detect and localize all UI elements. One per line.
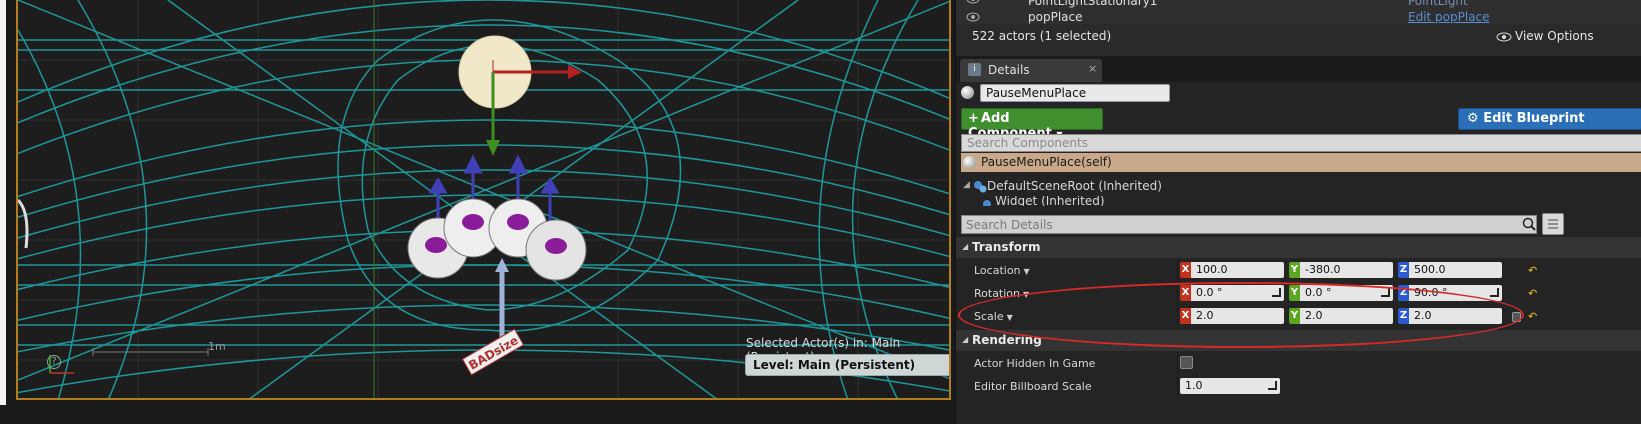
tab-details[interactable]: i Details × <box>960 59 1102 82</box>
reset-to-default-icon[interactable]: ↶ <box>1528 264 1537 277</box>
actor-hidden-row: Actor Hidden In Game <box>956 352 1641 374</box>
current-level-label: Level: Main (Persistent) <box>745 354 949 376</box>
column-divider[interactable] <box>1177 305 1178 327</box>
outliner-row[interactable]: PointLightStationary1 PointLight <box>956 0 1641 8</box>
outliner-row-type: PointLight <box>1408 0 1468 8</box>
component-self-label: PauseMenuPlace(self) <box>981 155 1112 169</box>
location-y-field[interactable]: Y -380.0 <box>1289 262 1393 278</box>
column-divider[interactable] <box>1177 352 1178 374</box>
actor-sphere-icon <box>963 156 976 169</box>
collapse-triangle-icon: ◢ <box>962 242 969 251</box>
add-component-button[interactable]: +Add Component ▼ <box>961 108 1103 141</box>
property-matrix-button[interactable] <box>1542 213 1564 235</box>
world-outliner-list[interactable]: PointLightStationary1 PointLight popPlac… <box>956 0 1641 24</box>
component-self-row[interactable]: PauseMenuPlace(self) <box>961 153 1641 172</box>
visibility-eye-icon[interactable] <box>966 12 980 22</box>
grid-list-icon <box>1548 219 1558 229</box>
scale-ruler-label: 1m <box>208 340 226 353</box>
eye-icon <box>1496 32 1512 41</box>
scale-z-field[interactable]: Z 2.0 <box>1398 308 1502 324</box>
details-panel: PauseMenuPlace +Add Component ▼ ⚙ Edit B… <box>956 82 1641 424</box>
scale-y-field[interactable]: Y 2.0 <box>1289 308 1393 324</box>
tree-expand-icon[interactable]: ◢ <box>963 180 970 190</box>
billboard-scale-field[interactable]: 1.0 <box>1180 378 1280 394</box>
view-options-label: View Options <box>1515 29 1594 43</box>
plus-icon: + <box>968 111 979 126</box>
chevron-down-icon: ▼ <box>1023 290 1030 299</box>
tab-details-label: Details <box>988 63 1030 77</box>
lock-icon[interactable] <box>1512 312 1521 322</box>
chevron-down-icon: ▼ <box>1023 267 1030 276</box>
close-icon[interactable]: × <box>1088 62 1097 75</box>
column-divider[interactable] <box>1177 375 1178 397</box>
location-label[interactable]: Location ▼ <box>974 264 1030 277</box>
column-divider[interactable] <box>1177 282 1178 304</box>
visibility-eye-icon[interactable] <box>966 0 980 4</box>
location-z-field[interactable]: Z 500.0 <box>1398 262 1502 278</box>
rendering-header-label: Rendering <box>972 333 1042 347</box>
actor-sphere-icon <box>961 86 974 99</box>
left-edge-strip <box>0 0 6 405</box>
outliner-row[interactable]: popPlace Edit popPlace <box>956 10 1641 24</box>
billboard-scale-row: Editor Billboard Scale 1.0 <box>956 375 1641 397</box>
actor-name-field[interactable]: PauseMenuPlace <box>980 84 1170 102</box>
details-tab-bar: i Details × <box>956 56 1641 82</box>
rotation-row: Rotation ▼ X 0.0 ° Y 0.0 ° Z 90.0 ° ↶ <box>956 282 1641 304</box>
scene-component-icon <box>974 181 987 193</box>
transform-header-label: Transform <box>972 240 1041 254</box>
component-widget-label: Widget (Inherited) <box>995 196 1105 206</box>
actor-hidden-label: Actor Hidden In Game <box>974 357 1096 370</box>
info-icon: i <box>968 63 981 76</box>
actor-name-row: PauseMenuPlace <box>956 82 1641 104</box>
edit-popplace-link[interactable]: Edit popPlace <box>1408 10 1490 24</box>
actor-count: 522 actors (1 selected) <box>972 29 1112 43</box>
view-options-button[interactable]: View Options <box>1496 29 1594 43</box>
search-components-input[interactable]: Search Components <box>961 134 1641 152</box>
scale-x-field[interactable]: X 2.0 <box>1180 308 1284 324</box>
rotation-y-field[interactable]: Y 0.0 ° <box>1289 285 1393 301</box>
bottom-strip <box>0 405 955 424</box>
transform-section-header[interactable]: ◢ Transform <box>956 237 1641 258</box>
blueprint-gear-icon: ⚙ <box>1467 111 1479 126</box>
reset-to-default-icon[interactable]: ↶ <box>1528 287 1537 300</box>
help-icon[interactable]: ? <box>47 355 61 369</box>
edit-blueprint-label: Edit Blueprint <box>1483 111 1585 126</box>
location-x-field[interactable]: X 100.0 <box>1180 262 1284 278</box>
chevron-down-icon: ▼ <box>1006 313 1013 322</box>
component-row-root[interactable]: ◢ DefaultSceneRoot (Inherited) <box>961 178 1641 196</box>
collapse-triangle-icon: ◢ <box>962 335 969 344</box>
location-row: Location ▼ X 100.0 Y -380.0 Z 500.0 ↶ <box>956 259 1641 281</box>
reset-to-default-icon[interactable]: ↶ <box>1528 310 1537 323</box>
actor-hidden-checkbox[interactable] <box>1180 356 1193 369</box>
rotation-label[interactable]: Rotation ▼ <box>974 287 1029 300</box>
rotation-z-field[interactable]: Z 90.0 ° <box>1398 285 1502 301</box>
search-icon[interactable] <box>1522 217 1536 231</box>
outliner-row-name: PointLightStationary1 <box>1028 0 1158 8</box>
right-panel: PointLightStationary1 PointLight popPlac… <box>955 0 1641 424</box>
widget-component-icon <box>983 200 991 206</box>
outliner-row-name: popPlace <box>1028 10 1083 24</box>
level-viewport[interactable]: BADsize ? 1m Selected Actor(s) in: Main … <box>16 0 951 400</box>
scale-row: Scale ▼ X 2.0 Y 2.0 Z 2.0 ↶ <box>956 305 1641 327</box>
column-divider[interactable] <box>1177 259 1178 281</box>
rotation-x-field[interactable]: X 0.0 ° <box>1180 285 1284 301</box>
rendering-section-header[interactable]: ◢ Rendering <box>956 330 1641 351</box>
outliner-status-bar: 522 actors (1 selected) View Options <box>956 24 1641 50</box>
scale-label[interactable]: Scale ▼ <box>974 310 1013 323</box>
component-row-widget[interactable]: Widget (Inherited) <box>961 196 1641 206</box>
component-root-label: DefaultSceneRoot (Inherited) <box>987 179 1162 193</box>
edit-blueprint-button[interactable]: ⚙ Edit Blueprint <box>1458 108 1641 130</box>
billboard-scale-label: Editor Billboard Scale <box>974 380 1092 393</box>
search-details-input[interactable]: Search Details <box>961 215 1537 234</box>
